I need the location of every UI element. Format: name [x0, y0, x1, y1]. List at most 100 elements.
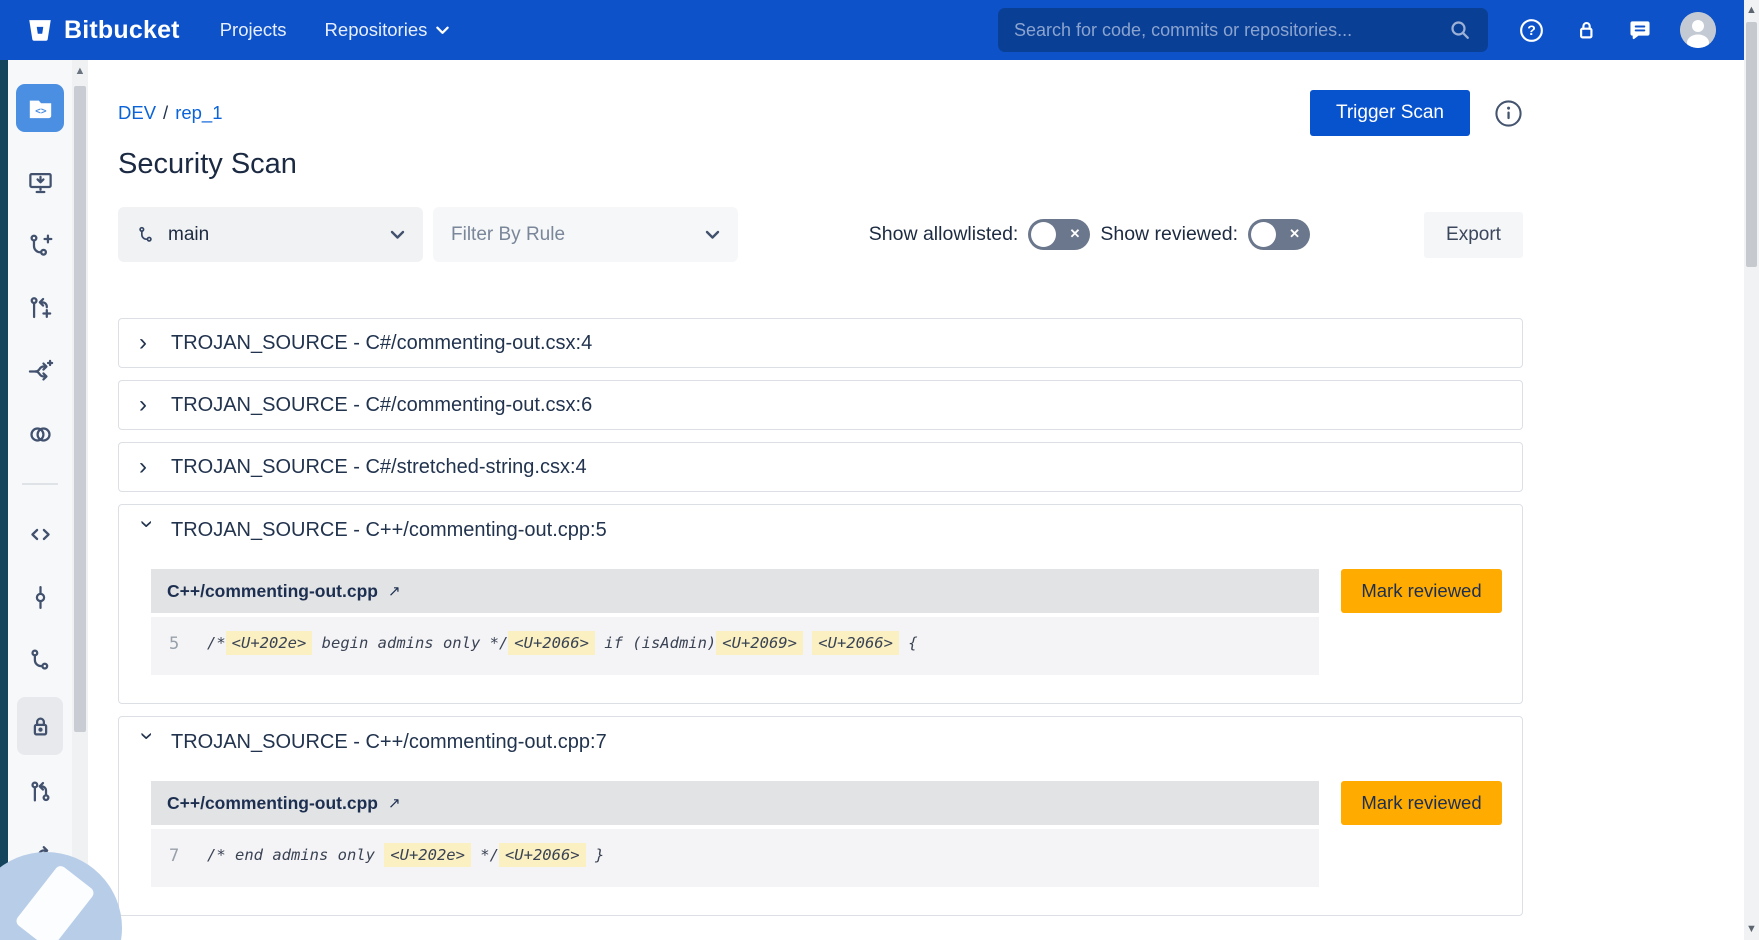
code-segment: } — [586, 843, 605, 867]
unicode-tag: <U+202e> — [384, 843, 471, 867]
scroll-thumb[interactable] — [1746, 22, 1757, 267]
file-name: C++/commenting-out.cpp — [167, 793, 378, 814]
toggle-off-x-icon: ✕ — [1069, 226, 1080, 242]
code-block: 7/* end admins only <U+202e> */<U+2066> … — [151, 829, 1319, 887]
branch-select-value: main — [168, 224, 209, 246]
brand-name: Bitbucket — [64, 16, 180, 45]
external-link-icon: ↗ — [388, 582, 401, 600]
top-nav: Bitbucket Projects Repositories — [0, 0, 1744, 60]
feedback-icon[interactable] — [1626, 17, 1653, 44]
scroll-up-arrow[interactable]: ▲ — [1744, 3, 1759, 18]
help-icon[interactable]: ? — [1518, 17, 1545, 44]
nav-link-projects[interactable]: Projects — [220, 19, 287, 41]
breadcrumb-project-link[interactable]: DEV — [118, 102, 156, 123]
finding-body: C++/commenting-out.cpp ↗ 5/*<U+202e> begin… — [151, 569, 1502, 675]
avatar[interactable] — [1680, 12, 1716, 48]
file-link[interactable]: C++/commenting-out.cpp ↗ — [167, 581, 401, 602]
trigger-scan-button[interactable]: Trigger Scan — [1310, 90, 1470, 136]
nav-link-repositories-label: Repositories — [325, 19, 428, 41]
chevron-right-icon: › — [139, 331, 155, 355]
code-segment: */ — [471, 843, 499, 867]
sidebar-item-compare[interactable] — [20, 414, 60, 454]
create-branch-icon — [27, 232, 54, 259]
sidebar-item-create-fork[interactable] — [20, 351, 60, 391]
chevron-down-icon — [436, 26, 449, 35]
code-segment: if (isAdmin) — [595, 631, 716, 655]
unicode-tag: <U+202e> — [226, 631, 313, 655]
finding-card[interactable]: ›TROJAN_SOURCE - C#/commenting-out.csx:4 — [118, 318, 1523, 368]
nav-link-repositories[interactable]: Repositories — [325, 19, 450, 41]
unicode-tag: <U+2066> — [508, 631, 595, 655]
finding-header[interactable]: ›TROJAN_SOURCE - C++/commenting-out.cpp:… — [119, 717, 1522, 767]
svg-text:?: ? — [1527, 22, 1536, 38]
lock-icon[interactable] — [1572, 17, 1599, 44]
line-number: 5 — [169, 634, 207, 654]
breadcrumb-separator: / — [156, 102, 175, 123]
search-input[interactable] — [1014, 20, 1448, 41]
unicode-tag: <U+2066> — [499, 843, 586, 867]
bitbucket-logo[interactable]: Bitbucket — [26, 16, 180, 45]
sidebar-item-create-pull-request[interactable] — [20, 288, 60, 328]
sidebar-item-pull-requests[interactable] — [20, 772, 60, 812]
left-rail-strip — [0, 60, 8, 940]
branch-icon — [136, 225, 156, 245]
show-reviewed-label: Show reviewed: — [1100, 223, 1238, 246]
sidebar-scroll-thumb[interactable] — [74, 86, 86, 732]
finding-card[interactable]: ›TROJAN_SOURCE - C#/stretched-string.csx… — [118, 442, 1523, 492]
export-button[interactable]: Export — [1424, 212, 1523, 258]
sidebar-scroll-down-arrow[interactable]: ▼ — [72, 922, 88, 936]
file-bar: C++/commenting-out.cpp↗ — [151, 781, 1319, 825]
finding-title: TROJAN_SOURCE - C#/stretched-string.csx:… — [171, 456, 587, 479]
chevron-right-icon: › — [139, 393, 155, 417]
sidebar-item-code[interactable] — [20, 514, 60, 554]
show-allowlisted-toggle[interactable]: ✕ — [1028, 219, 1090, 250]
finding-snippet: C++/commenting-out.cpp↗ 7/* end admins on… — [151, 781, 1319, 887]
sidebar-item-create-branch[interactable] — [20, 225, 60, 265]
page-title: Security Scan — [118, 148, 1523, 181]
sidebar-item-security-scan[interactable] — [17, 697, 63, 755]
code-segment: { — [899, 631, 918, 655]
rule-filter-placeholder: Filter By Rule — [451, 224, 565, 246]
sidebar-item-clone[interactable] — [20, 162, 60, 202]
info-icon[interactable] — [1494, 99, 1523, 128]
window-scrollbar: ▲ ▼ — [1744, 0, 1759, 940]
chevron-down-icon — [390, 224, 405, 246]
breadcrumb-repo-link[interactable]: rep_1 — [175, 102, 222, 123]
file-link[interactable]: C++/commenting-out.cpp↗ — [167, 793, 401, 814]
branch-select[interactable]: main — [118, 207, 423, 262]
compare-icon — [27, 421, 54, 448]
sidebar-divider — [22, 483, 58, 485]
line-number: 7 — [169, 846, 207, 866]
sidebar-scroll-up-arrow[interactable]: ▲ — [72, 64, 88, 78]
forks-icon — [27, 842, 54, 869]
finding-card[interactable]: › TROJAN_SOURCE - C#/commenting-out.csx:6 — [118, 380, 1523, 430]
show-reviewed-toggle[interactable]: ✕ — [1248, 219, 1310, 250]
branches-icon — [27, 647, 54, 674]
finding-header[interactable]: › TROJAN_SOURCE - C++/commenting-out.cpp:… — [119, 505, 1522, 555]
show-allowlisted-label: Show allowlisted: — [869, 223, 1019, 246]
file-name: C++/commenting-out.cpp — [167, 581, 378, 602]
finding-card: ›TROJAN_SOURCE - C++/commenting-out.cpp:… — [118, 716, 1523, 916]
sidebar-item-commits[interactable] — [20, 577, 60, 617]
toggle-knob — [1031, 222, 1056, 247]
mark-reviewed-button[interactable]: Mark reviewed — [1341, 569, 1502, 613]
header-actions: Trigger Scan — [1310, 90, 1523, 136]
clone-icon — [27, 169, 54, 196]
scroll-down-arrow[interactable]: ▼ — [1744, 922, 1759, 937]
page-body: <> ▲ ▼ DEV/rep_1 Trigger Scan — [0, 60, 1744, 940]
finding-title: TROJAN_SOURCE - C#/commenting-out.csx:6 — [171, 394, 592, 417]
finding-snippet: C++/commenting-out.cpp ↗ 5/*<U+202e> begin… — [151, 569, 1319, 675]
chevron-down-icon — [705, 224, 720, 246]
sidebar-item-forks[interactable] — [20, 835, 60, 875]
code-line: /*<U+202e> begin admins only */<U+2066> … — [207, 634, 918, 654]
sidebar-item-source-browser[interactable]: <> — [16, 84, 64, 132]
chevron-down-icon: › — [135, 520, 159, 536]
finding-body: C++/commenting-out.cpp↗ 7/* end admins on… — [151, 781, 1502, 887]
sidebar: <> — [8, 60, 72, 940]
commits-icon — [27, 584, 54, 611]
code-segment: begin admins only */ — [312, 631, 508, 655]
rule-filter-select[interactable]: Filter By Rule — [433, 207, 738, 262]
mark-reviewed-button[interactable]: Mark reviewed — [1341, 781, 1502, 825]
sidebar-item-branches[interactable] — [20, 640, 60, 680]
finding-title: TROJAN_SOURCE - C++/commenting-out.cpp:5 — [171, 519, 607, 542]
